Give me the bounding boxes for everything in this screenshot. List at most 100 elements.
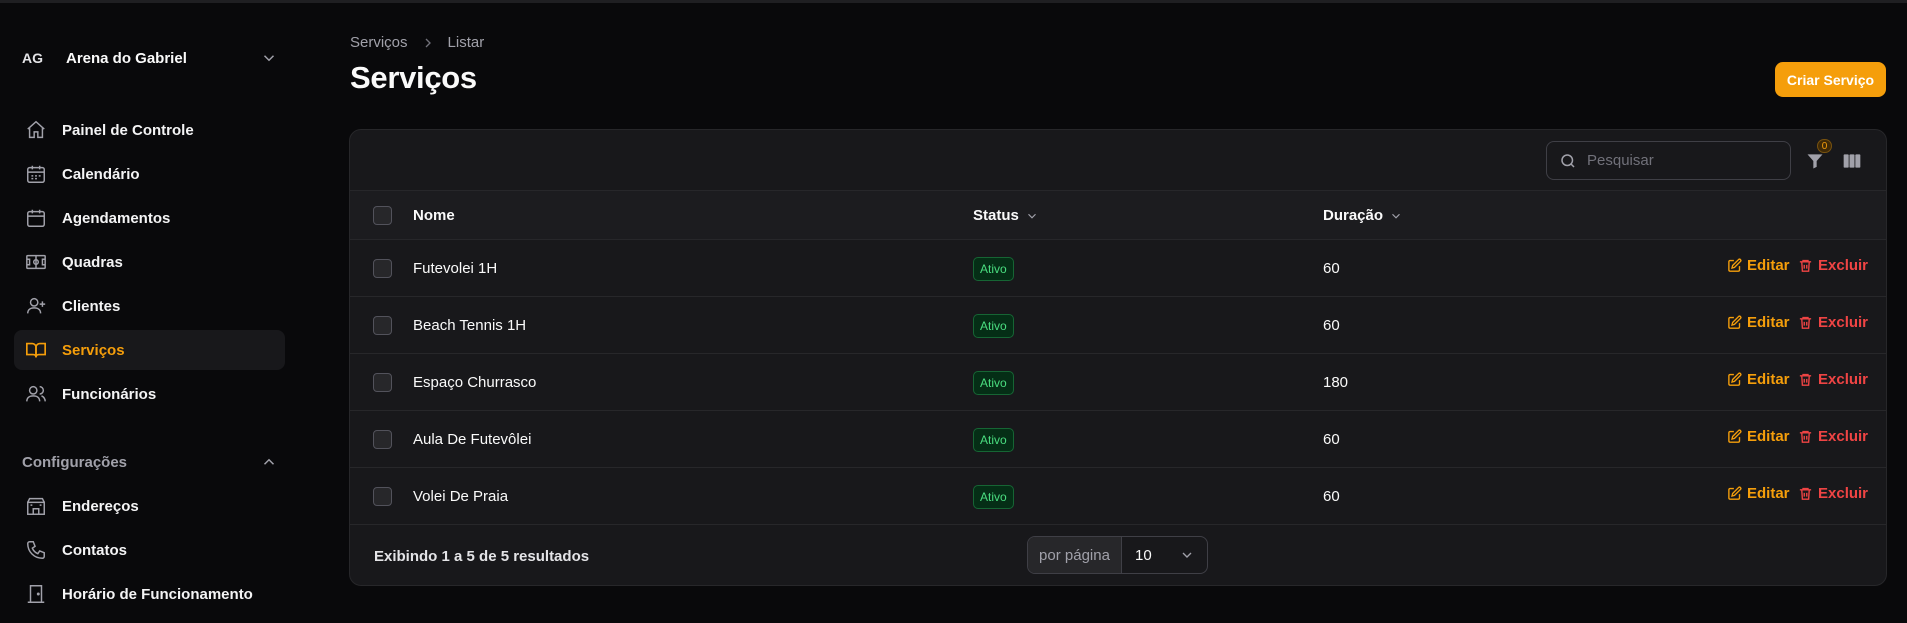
edit-button[interactable]: Editar (1727, 428, 1790, 445)
users-icon (24, 382, 48, 406)
sidebar-item-label: Calendário (62, 165, 140, 183)
sidebar-item-agendamentos[interactable]: Agendamentos (14, 198, 285, 238)
trash-icon (1799, 316, 1812, 329)
status-badge: Ativo (973, 427, 1014, 452)
sidebar-item-horario[interactable]: Horário de Funcionamento (14, 574, 285, 614)
building-icon (24, 494, 48, 518)
tenant-switcher[interactable]: AG Arena do Gabriel (22, 44, 278, 72)
chevron-down-icon (263, 55, 275, 62)
edit-button[interactable]: Editar (1727, 257, 1790, 274)
sidebar-item-label: Clientes (62, 297, 121, 315)
sidebar-item-label: Endereços (62, 497, 139, 515)
edit-label: Editar (1747, 257, 1790, 274)
sidebar-item-enderecos[interactable]: Endereços (14, 486, 285, 526)
trash-icon (1799, 373, 1812, 386)
breadcrumb-item-listar: Listar (447, 34, 485, 51)
edit-label: Editar (1747, 314, 1790, 331)
sidebar-item-painel[interactable]: Painel de Controle (14, 110, 285, 150)
search-input[interactable] (1587, 152, 1777, 169)
sidebar-item-clientes[interactable]: Clientes (14, 286, 285, 326)
user-plus-icon (24, 294, 48, 318)
tenant-avatar: AG (22, 50, 43, 66)
row-checkbox[interactable] (373, 430, 392, 449)
cell-name: Beach Tennis 1H (413, 317, 527, 334)
edit-button[interactable]: Editar (1727, 485, 1790, 502)
filter-icon[interactable] (1805, 151, 1825, 171)
column-label: Status (973, 207, 1019, 224)
status-badge: Ativo (973, 484, 1014, 509)
delete-label: Excluir (1818, 314, 1869, 331)
select-all-checkbox[interactable] (373, 206, 392, 225)
sidebar-item-calendario[interactable]: Calendário (14, 154, 285, 194)
sidebar-item-label: Horário de Funcionamento (62, 585, 253, 603)
create-service-button[interactable]: Criar Serviço (1775, 62, 1886, 97)
sidebar-item-label: Agendamentos (62, 209, 171, 227)
edit-button[interactable]: Editar (1727, 314, 1790, 331)
trash-icon (1799, 487, 1812, 500)
edit-button[interactable]: Editar (1727, 371, 1790, 388)
door-icon (24, 582, 48, 606)
delete-label: Excluir (1818, 371, 1869, 388)
delete-button[interactable]: Excluir (1798, 428, 1868, 445)
delete-button[interactable]: Excluir (1798, 314, 1868, 331)
sidebar-item-servicos[interactable]: Serviços (14, 330, 285, 370)
column-header-duracao[interactable]: Duração (1323, 191, 1403, 240)
calendar-icon (24, 206, 48, 230)
column-header-status[interactable]: Status (973, 191, 1039, 240)
sidebar-item-contatos[interactable]: Contatos (14, 530, 285, 570)
cell-duration: 60 (1323, 317, 1340, 334)
row-checkbox[interactable] (373, 487, 392, 506)
per-page-select[interactable]: por página 10 (1027, 536, 1208, 574)
delete-button[interactable]: Excluir (1798, 485, 1868, 502)
status-badge: Ativo (973, 370, 1014, 395)
chevron-down-icon (1392, 213, 1400, 219)
edit-label: Editar (1747, 428, 1790, 445)
tenant-name: Arena do Gabriel (66, 49, 187, 67)
calendar-days-icon (24, 162, 48, 186)
table-header: Nome Status Duração (350, 191, 1886, 240)
row-checkbox[interactable] (373, 373, 392, 392)
sidebar-item-funcionarios[interactable]: Funcionários (14, 374, 285, 414)
cell-name: Futevolei 1H (413, 260, 498, 277)
row-checkbox[interactable] (373, 259, 392, 278)
row-checkbox[interactable] (373, 316, 392, 335)
sidebar-item-label: Painel de Controle (62, 121, 194, 139)
chevron-right-icon (425, 38, 431, 47)
edit-icon (1728, 486, 1742, 500)
cell-duration: 60 (1323, 488, 1340, 505)
court-icon (24, 250, 48, 274)
cell-name: Espaço Churrasco (413, 374, 537, 391)
per-page-label: por página (1028, 537, 1122, 573)
search-box (1546, 141, 1791, 180)
edit-label: Editar (1747, 371, 1790, 388)
sidebar-item-label: Contatos (62, 541, 127, 559)
sidebar: AG Arena do Gabriel Painel de Controle C… (0, 0, 300, 623)
cell-duration: 180 (1323, 374, 1349, 391)
sidebar-item-label: Serviços (62, 341, 125, 359)
sidebar-item-quadras[interactable]: Quadras (14, 242, 285, 282)
filter-count-badge: 0 (1817, 139, 1832, 153)
delete-button[interactable]: Excluir (1798, 257, 1868, 274)
settings-group-title: Configurações (22, 453, 128, 471)
table-row: Futevolei 1H Ativo 60 Editar Excluir (350, 240, 1886, 297)
per-page-value: 10 (1135, 546, 1152, 564)
phone-icon (24, 538, 48, 562)
delete-button[interactable]: Excluir (1798, 371, 1868, 388)
sidebar-item-label: Quadras (62, 253, 123, 271)
sidebar-item-label: Funcionários (62, 385, 157, 403)
trash-icon (1799, 430, 1812, 443)
settings-group-toggle[interactable]: Configurações (22, 451, 278, 473)
edit-icon (1728, 429, 1742, 443)
table-toolbar: 0 (350, 130, 1886, 191)
chevron-down-icon (1182, 552, 1192, 558)
per-page-value-box[interactable]: 10 (1122, 537, 1207, 573)
search-icon (1561, 153, 1575, 168)
breadcrumb-item-servicos[interactable]: Serviços (350, 34, 408, 51)
delete-label: Excluir (1818, 485, 1869, 502)
services-table-card: 0 Nome Status Duração Futevolei 1H Ativo… (349, 129, 1887, 586)
columns-icon[interactable] (1842, 151, 1862, 171)
status-badge: Ativo (973, 313, 1014, 338)
edit-label: Editar (1747, 485, 1790, 502)
home-icon (24, 118, 48, 142)
chevron-up-icon (263, 458, 275, 465)
